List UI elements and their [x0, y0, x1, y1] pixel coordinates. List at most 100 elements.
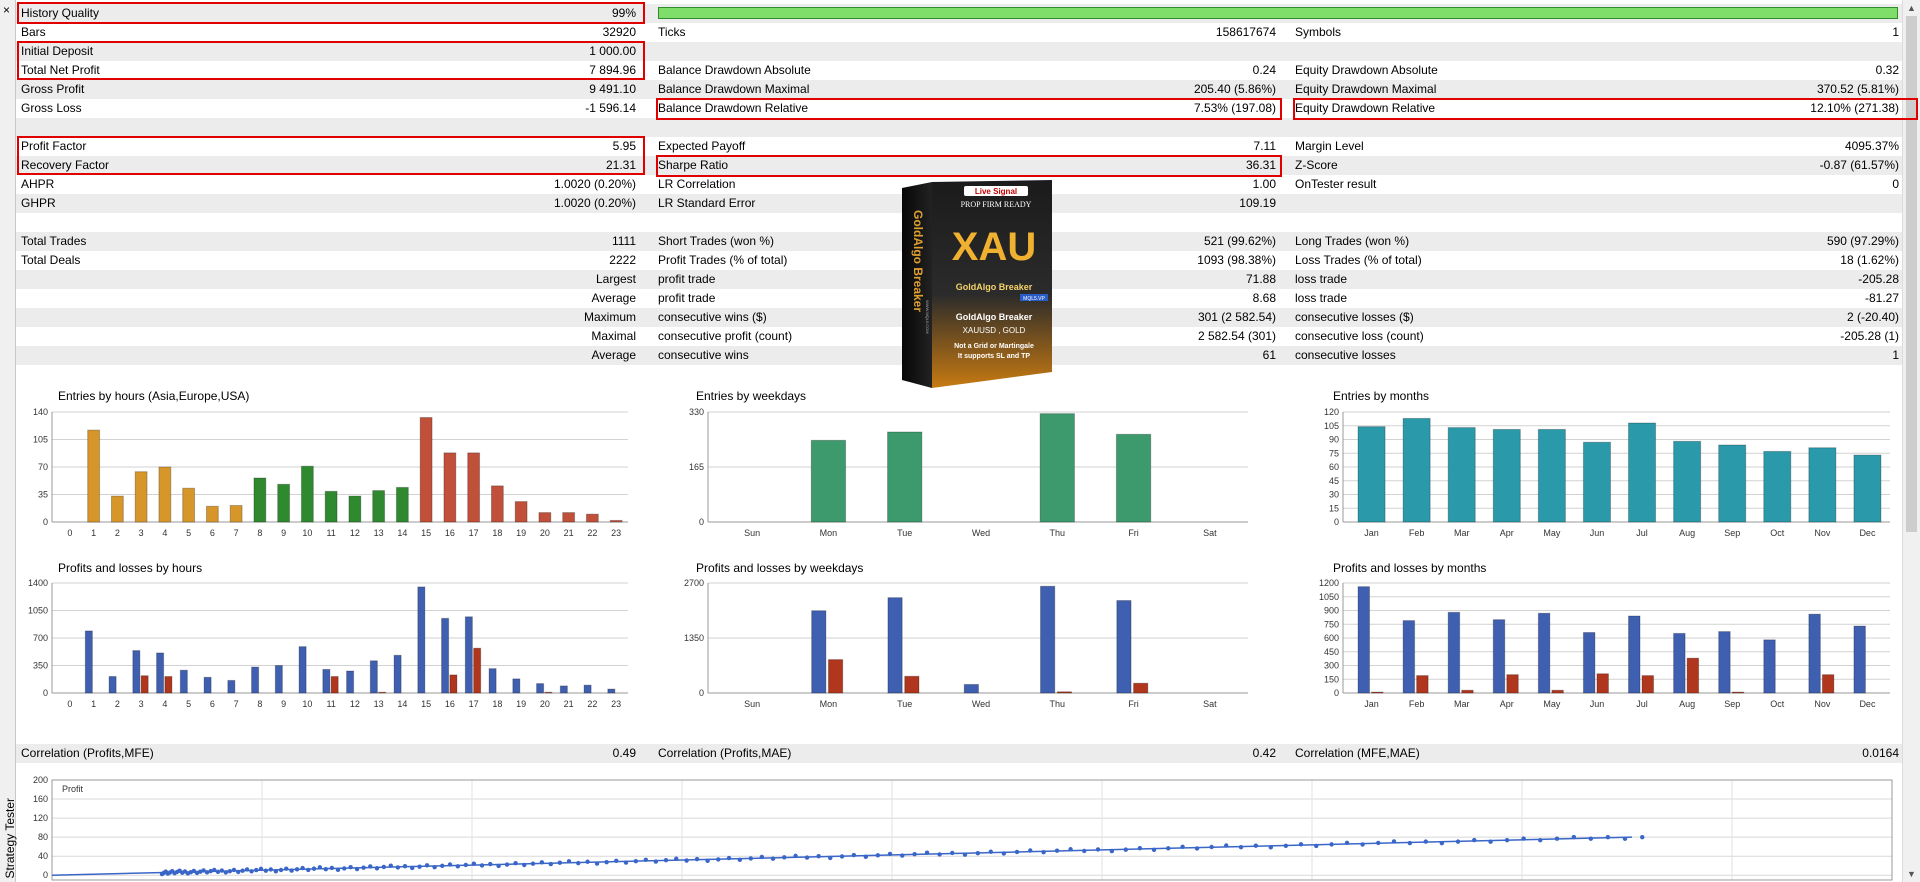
scatter-point	[1391, 839, 1397, 844]
y-tick-label: 150	[1324, 674, 1339, 684]
x-tick-label: 21	[564, 699, 574, 709]
loss-bar	[164, 676, 173, 694]
strategy-tester-label[interactable]: Strategy Tester	[3, 798, 17, 878]
highlight-equity-dd-rel	[1293, 98, 1918, 120]
bar	[324, 490, 338, 523]
loss-trades-value: 18 (1.62%)	[1840, 253, 1899, 267]
profit-bar	[84, 630, 93, 694]
profits-losses-by-hours-chart: 0350700105014000 1 2 3 4 5 6 7 8 9 10 11 12 13 14 15 16 1…	[28, 578, 628, 709]
x-tick-label: Mon	[820, 528, 838, 538]
balance-dd-abs-value: 0.24	[1252, 63, 1276, 77]
x-tick-label: 22	[587, 528, 597, 538]
x-tick-label: Apr	[1500, 699, 1514, 709]
scatter-point	[424, 863, 430, 868]
scatter-point	[1224, 843, 1229, 848]
scatter-point	[374, 866, 380, 871]
bar	[887, 431, 923, 523]
symbols-value: 1	[1892, 25, 1899, 39]
scatter-point	[548, 861, 553, 867]
scatter-point	[263, 868, 269, 873]
bar	[1763, 450, 1792, 523]
profit-bar	[1537, 612, 1551, 694]
entries-by-months-chart: 0 15 30 45 60 75 90 105 120 Jan Feb Mar Apr May Jun Jul…	[1324, 407, 1890, 538]
x-tick-label: Jan	[1364, 528, 1379, 538]
y-tick-label: 160	[33, 794, 48, 804]
x-tick-label: 7	[234, 528, 239, 538]
scatter-point	[557, 860, 563, 865]
scatter-point	[1488, 839, 1493, 844]
y-tick-label: 90	[1329, 435, 1339, 445]
scatter-point	[1554, 836, 1560, 841]
scatter-point	[1166, 846, 1171, 851]
average2-label: Average	[591, 348, 636, 362]
y-tick-label: 165	[689, 462, 704, 472]
y-tick-label: 0	[699, 688, 704, 698]
y-tick-label: 1350	[684, 633, 704, 643]
x-tick-label: 4	[162, 699, 167, 709]
ad-prop-firm: PROP FIRM READY	[961, 200, 1032, 209]
close-icon[interactable]: ×	[3, 4, 10, 16]
balance-dd-abs-label: Balance Drawdown Absolute	[658, 63, 811, 77]
scroll-down-icon[interactable]: ▼	[1907, 869, 1916, 879]
scatter-point	[828, 855, 833, 861]
y-tick-label: 0	[43, 688, 48, 698]
profit-bar	[887, 597, 903, 694]
entries-by-hours-chart: 035701051400 1 2 3 4 5 6 7 8 9 10 11 12 13 14 15 16 17 18 1…	[33, 407, 628, 538]
x-tick-label: 20	[540, 528, 550, 538]
x-tick-label: 9	[281, 528, 286, 538]
x-tick-label: 6	[210, 528, 215, 538]
scatter-point	[539, 860, 545, 865]
average-profit-value: 8.68	[1252, 291, 1276, 305]
profit-bar	[156, 652, 165, 694]
profit-bar	[1402, 620, 1416, 694]
vertical-scrollbar[interactable]: ▲ ▼	[1902, 0, 1920, 882]
scatter-point	[455, 864, 461, 869]
scatter-point	[244, 867, 250, 872]
scroll-up-icon[interactable]: ▲	[1907, 3, 1916, 13]
ticks-label: Ticks	[658, 25, 686, 39]
bar	[1447, 427, 1476, 523]
long-trades-label: Long Trades (won %)	[1295, 234, 1410, 248]
profit-bar	[346, 670, 355, 694]
y-tick-label: 70	[38, 462, 48, 472]
bar	[810, 439, 847, 523]
scatter-point	[231, 867, 237, 873]
scatter-point	[402, 863, 408, 869]
ad-side-brand: GoldAlgo Breaker	[911, 210, 925, 312]
scatter-point	[816, 853, 821, 859]
scatter-point	[368, 864, 373, 869]
bar	[514, 501, 528, 523]
x-tick-label: 16	[445, 528, 455, 538]
scatter-point	[323, 867, 328, 872]
scatter-point	[496, 863, 501, 869]
x-tick-label: Jan	[1364, 699, 1379, 709]
y-tick-label: 0	[43, 870, 48, 880]
scatter-point	[623, 860, 629, 865]
y-tick-label: 40	[38, 851, 48, 861]
profits-losses-by-weekdays-chart: 0 1350 2700 Sun Mon Tue Wed Thu Fri Sat	[684, 578, 1248, 709]
loss-bar	[1416, 675, 1429, 694]
ahpr-label: AHPR	[21, 177, 55, 191]
scatter-point	[254, 867, 259, 873]
x-tick-label: 19	[516, 699, 526, 709]
scrollbar-thumb[interactable]	[1906, 16, 1917, 532]
highlight-sharpe	[656, 155, 1282, 177]
y-tick-label: 120	[1324, 407, 1339, 417]
scatter-point	[1360, 842, 1365, 847]
scatter-title: Profit	[62, 784, 84, 794]
scatter-point	[329, 865, 335, 871]
ticks-value: 158617674	[1215, 25, 1276, 39]
scatter-point	[1001, 851, 1007, 856]
loss-bar	[1461, 689, 1474, 694]
scatter-point	[1504, 837, 1510, 843]
scatter-point	[1137, 845, 1143, 851]
short-trades-label: Short Trades (won %)	[658, 234, 775, 248]
x-tick-label: 9	[281, 699, 286, 709]
product-box-ad[interactable]: Live Signal PROP FIRM READY XAU GoldAlgo…	[902, 180, 1052, 390]
scatter-point	[1054, 848, 1060, 853]
scatter-point	[1109, 848, 1115, 854]
scatter-point	[614, 858, 619, 863]
scatter-point	[1253, 843, 1259, 848]
x-tick-label: 5	[186, 699, 191, 709]
scatter-point	[463, 862, 468, 868]
